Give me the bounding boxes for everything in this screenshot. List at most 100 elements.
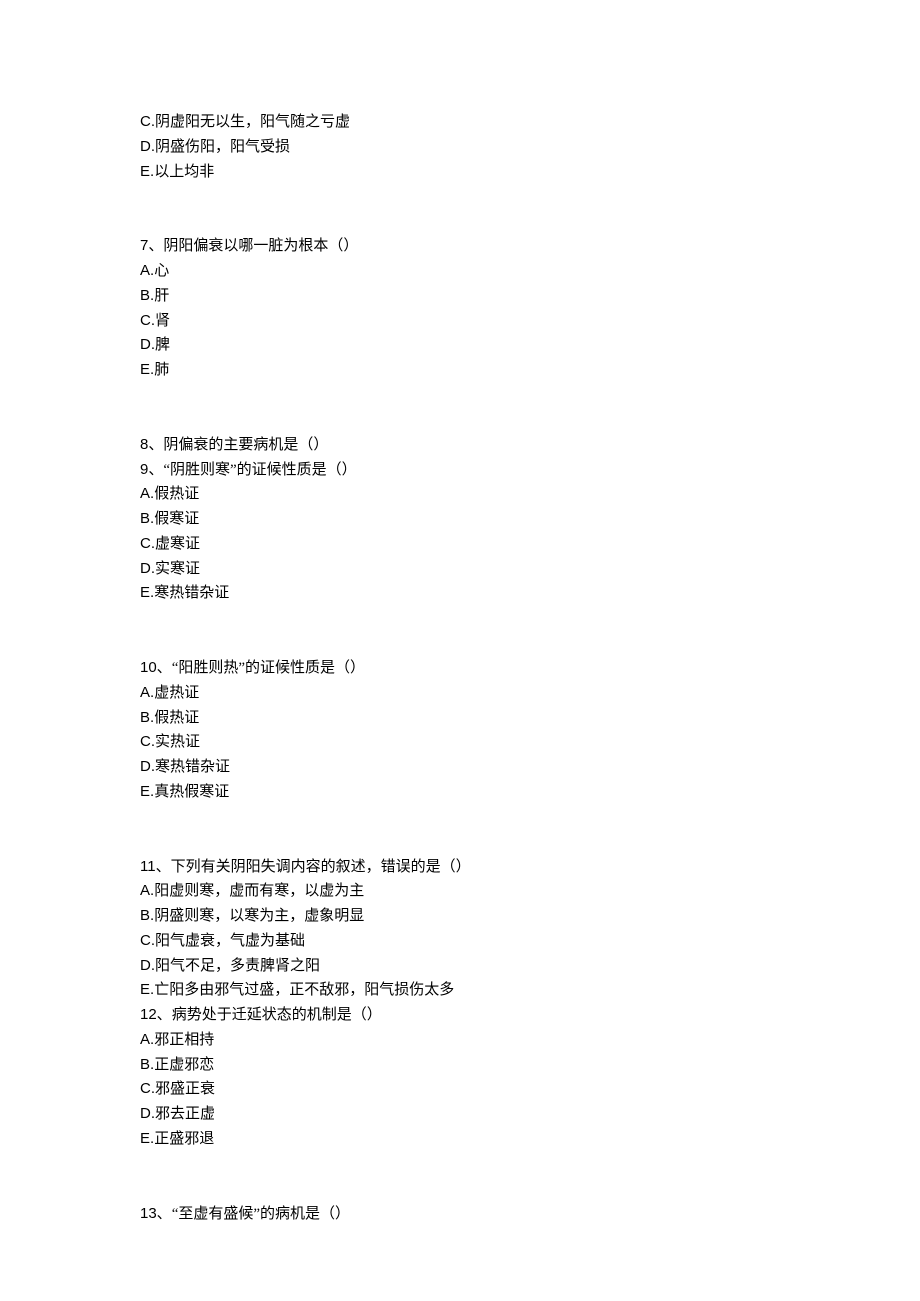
option-label: B.	[140, 709, 154, 726]
option-text: 寒热错杂证	[154, 585, 229, 601]
q9-option-e: E.寒热错杂证	[140, 581, 780, 606]
q12-option-e: E.正盛邪退	[140, 1127, 780, 1152]
spacer	[140, 606, 780, 656]
question-text: “至虚有盛候”的病机是（）	[172, 1206, 350, 1222]
option-text: 虚热证	[154, 685, 199, 701]
option-text: 假热证	[154, 710, 199, 726]
option-label: A.	[140, 262, 154, 279]
option-label: E.	[140, 163, 154, 180]
question-number: 10、	[140, 659, 172, 676]
option-label: D.	[140, 1105, 155, 1122]
question-number: 8、	[140, 436, 163, 453]
document-page: C.阴虚阳无以生，阳气随之亏虚 D.阴盛伤阳，阳气受损 E.以上均非 7、阴阳偏…	[0, 0, 920, 1301]
option-text: 正虚邪恋	[154, 1057, 214, 1073]
question-number: 9、	[140, 461, 163, 478]
q12-stem: 12、病势处于迁延状态的机制是（）	[140, 1003, 780, 1028]
spacer	[140, 805, 780, 855]
option-label: B.	[140, 287, 154, 304]
option-text: 阳气不足，多责脾肾之阳	[155, 958, 320, 974]
option-text: 阴虚阳无以生，阳气随之亏虚	[155, 114, 350, 130]
option-label: E.	[140, 584, 154, 601]
option-label: E.	[140, 981, 154, 998]
option-text: 心	[154, 263, 169, 279]
q10-option-a: A.虚热证	[140, 681, 780, 706]
question-number: 11、	[140, 858, 171, 875]
q10-option-e: E.真热假寒证	[140, 780, 780, 805]
option-text: 邪正相持	[154, 1032, 214, 1048]
option-label: D.	[140, 758, 155, 775]
spacer	[140, 383, 780, 433]
option-label: D.	[140, 560, 155, 577]
option-label: D.	[140, 138, 155, 155]
q6-option-c: C.阴虚阳无以生，阳气随之亏虚	[140, 110, 780, 135]
question-number: 7、	[140, 237, 163, 254]
q9-option-b: B.假寒证	[140, 507, 780, 532]
q6-option-d: D.阴盛伤阳，阳气受损	[140, 135, 780, 160]
q8-stem: 8、阴偏衰的主要病机是（）	[140, 433, 780, 458]
option-text: 阴盛伤阳，阳气受损	[155, 139, 290, 155]
option-text: 假寒证	[154, 511, 199, 527]
option-label: D.	[140, 336, 155, 353]
option-label: A.	[140, 684, 154, 701]
option-label: C.	[140, 1080, 155, 1097]
option-label: B.	[140, 1056, 154, 1073]
option-label: E.	[140, 1130, 154, 1147]
q13-stem: 13、“至虚有盛候”的病机是（）	[140, 1202, 780, 1227]
option-text: 阴盛则寒，以寒为主，虚象明显	[154, 908, 364, 924]
option-text: 虚寒证	[155, 536, 200, 552]
option-text: 寒热错杂证	[155, 759, 230, 775]
option-label: C.	[140, 113, 155, 130]
q11-stem: 11、下列有关阴阳失调内容的叙述，错误的是（）	[140, 855, 780, 880]
option-label: A.	[140, 485, 154, 502]
q11-option-b: B.阴盛则寒，以寒为主，虚象明显	[140, 904, 780, 929]
option-label: C.	[140, 733, 155, 750]
q12-option-c: C.邪盛正衰	[140, 1077, 780, 1102]
q10-option-b: B.假热证	[140, 706, 780, 731]
q12-option-d: D.邪去正虚	[140, 1102, 780, 1127]
question-text: 阴阳偏衰以哪一脏为根本（）	[163, 238, 358, 254]
option-label: E.	[140, 783, 154, 800]
option-text: 邪盛正衰	[155, 1081, 215, 1097]
q12-option-b: B.正虚邪恋	[140, 1053, 780, 1078]
option-text: 脾	[155, 337, 170, 353]
option-text: 亡阳多由邪气过盛，正不敌邪，阳气损伤太多	[154, 982, 454, 998]
option-label: B.	[140, 907, 154, 924]
q11-option-e: E.亡阳多由邪气过盛，正不敌邪，阳气损伤太多	[140, 978, 780, 1003]
option-text: 邪去正虚	[155, 1106, 215, 1122]
q11-option-c: C.阳气虚衰，气虚为基础	[140, 929, 780, 954]
q10-option-d: D.寒热错杂证	[140, 755, 780, 780]
option-text: 假热证	[154, 486, 199, 502]
q7-option-c: C.肾	[140, 309, 780, 334]
question-text: 下列有关阴阳失调内容的叙述，错误的是（）	[171, 859, 471, 875]
q9-option-c: C.虚寒证	[140, 532, 780, 557]
q12-option-a: A.邪正相持	[140, 1028, 780, 1053]
question-text: “阴胜则寒”的证候性质是（）	[163, 462, 356, 478]
q11-option-d: D.阳气不足，多责脾肾之阳	[140, 954, 780, 979]
q7-option-a: A.心	[140, 259, 780, 284]
q10-option-c: C.实热证	[140, 730, 780, 755]
option-text: 肺	[154, 362, 169, 378]
spacer	[140, 184, 780, 234]
option-text: 肾	[155, 313, 170, 329]
option-text: 以上均非	[154, 164, 214, 180]
option-text: 阳虚则寒，虚而有寒，以虚为主	[154, 883, 364, 899]
question-text: “阳胜则热”的证候性质是（）	[172, 660, 365, 676]
q9-stem: 9、“阴胜则寒”的证候性质是（）	[140, 458, 780, 483]
q11-option-a: A.阳虚则寒，虚而有寒，以虚为主	[140, 879, 780, 904]
question-number: 12、	[140, 1006, 172, 1023]
q7-option-e: E.肺	[140, 358, 780, 383]
option-label: A.	[140, 882, 154, 899]
q7-option-d: D.脾	[140, 333, 780, 358]
option-label: D.	[140, 957, 155, 974]
option-label: A.	[140, 1031, 154, 1048]
option-label: E.	[140, 361, 154, 378]
question-text: 阴偏衰的主要病机是（）	[163, 437, 328, 453]
option-label: C.	[140, 312, 155, 329]
spacer	[140, 1152, 780, 1202]
option-text: 实寒证	[155, 561, 200, 577]
option-text: 阳气虚衰，气虚为基础	[155, 933, 305, 949]
q10-stem: 10、“阳胜则热”的证候性质是（）	[140, 656, 780, 681]
option-text: 正盛邪退	[154, 1131, 214, 1147]
option-label: C.	[140, 535, 155, 552]
q7-option-b: B.肝	[140, 284, 780, 309]
